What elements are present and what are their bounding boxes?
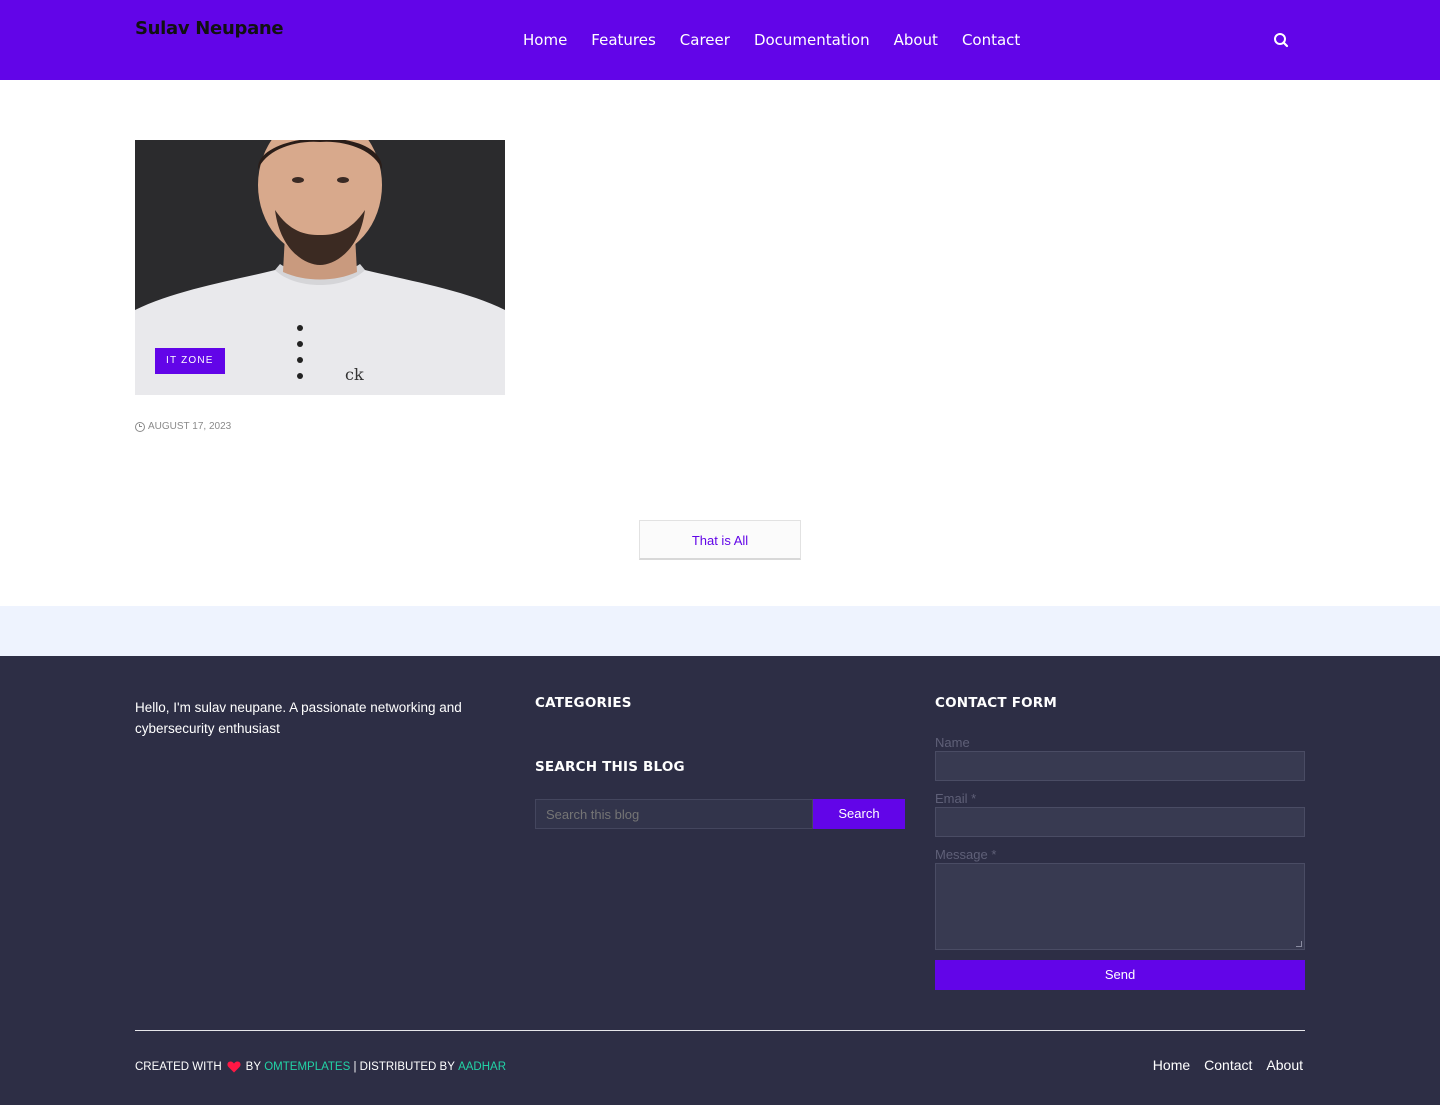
distributed-by-text: | DISTRIBUTED BY (353, 1061, 455, 1073)
footer-link-home[interactable]: Home (1153, 1057, 1190, 1073)
email-label: Email * (935, 791, 977, 806)
footer-about-text: Hello, I'm sulav neupane. A passionate n… (135, 700, 462, 736)
send-button[interactable]: Send (935, 960, 1305, 990)
contact-form-heading: CONTACT FORM (935, 695, 1058, 711)
nav-documentation[interactable]: Documentation (742, 31, 882, 49)
main-nav: Home Features Career Documentation About… (511, 0, 1032, 80)
aadhar-link[interactable]: AADHAR (458, 1061, 506, 1073)
nav-about[interactable]: About (882, 31, 950, 49)
nav-contact[interactable]: Contact (950, 31, 1032, 49)
search-input[interactable] (535, 799, 813, 829)
omtemplates-link[interactable]: OMTEMPLATES (264, 1061, 350, 1073)
site-header: Sulav Neupane Home Features Career Docum… (0, 0, 1440, 80)
footer-link-about[interactable]: About (1266, 1057, 1303, 1073)
by-text: BY (245, 1061, 262, 1073)
created-with-text: CREATED WITH (135, 1061, 222, 1073)
search-button[interactable]: Search (813, 799, 905, 829)
site-title[interactable]: Sulav Neupane (135, 18, 284, 39)
clock-icon (135, 421, 145, 432)
nav-features[interactable]: Features (579, 31, 668, 49)
footer-link-contact[interactable]: Contact (1204, 1057, 1252, 1073)
nav-home[interactable]: Home (511, 31, 579, 49)
post-date-text: AUGUST 17, 2023 (148, 421, 232, 432)
footer-credits: CREATED WITH BY OMTEMPLATES | DISTRIBUTE… (135, 1061, 506, 1073)
message-label: Message * (935, 847, 997, 862)
email-field[interactable] (935, 807, 1305, 837)
footer-top-strip (0, 606, 1440, 656)
name-label: Name (935, 735, 970, 750)
message-field[interactable] (935, 863, 1305, 950)
search-icon[interactable] (1270, 29, 1292, 51)
that-is-all-button[interactable]: That is All (639, 520, 801, 560)
post-date: AUGUST 17, 2023 (135, 421, 231, 432)
heart-icon (227, 1061, 241, 1073)
category-badge[interactable]: IT ZONE (155, 348, 225, 374)
footer-divider (135, 1030, 1305, 1031)
svg-text:ck: ck (345, 365, 364, 384)
search-blog-heading: SEARCH THIS BLOG (535, 759, 685, 775)
resize-handle-icon[interactable] (1296, 941, 1302, 947)
footer-menu: Home Contact About (1139, 1057, 1303, 1073)
nav-career[interactable]: Career (668, 31, 742, 49)
categories-heading: CATEGORIES (535, 695, 632, 711)
name-field[interactable] (935, 751, 1305, 781)
